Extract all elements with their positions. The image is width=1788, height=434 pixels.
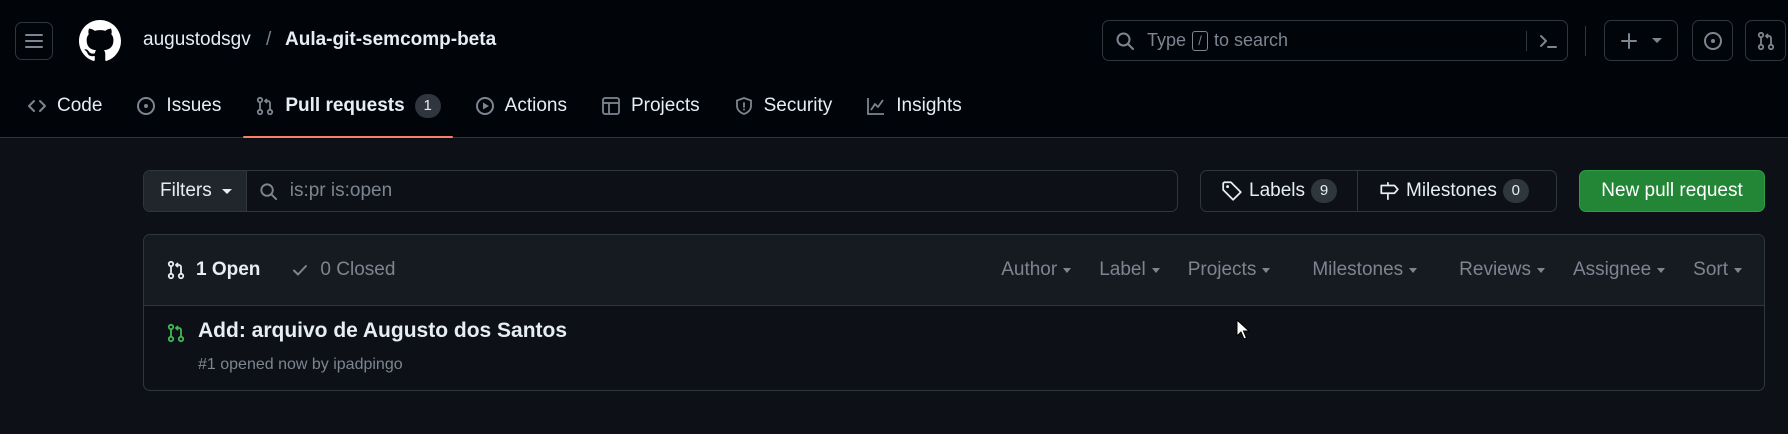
tab-insights[interactable]: Insights <box>854 84 973 128</box>
search-placeholder: Type / to search <box>1147 30 1288 51</box>
plus-icon <box>1621 32 1637 49</box>
search-shortcut-key: / <box>1192 30 1209 51</box>
shield-icon <box>735 97 752 115</box>
graph-icon <box>867 98 885 115</box>
search-divider <box>1526 31 1527 51</box>
chevron-down-icon <box>1409 267 1418 273</box>
milestones-counter: 0 <box>1502 179 1529 203</box>
issue-opened-icon <box>1703 31 1722 50</box>
issue-opened-icon <box>137 97 156 115</box>
sorter-label: Projects <box>1187 259 1257 280</box>
list-sorters: Author Label Projects Milestones Reviews… <box>1001 259 1764 281</box>
search-suffix: to search <box>1214 30 1289 50</box>
assignee-dropdown[interactable]: Assignee <box>1572 259 1666 281</box>
sorter-label: Reviews <box>1459 259 1531 280</box>
chevron-down-icon <box>221 188 232 194</box>
table-icon <box>602 97 620 115</box>
sorter-label: Assignee <box>1572 259 1652 280</box>
chevron-down-icon <box>1734 267 1742 273</box>
code-icon <box>28 100 46 112</box>
tab-label: Actions <box>504 95 567 116</box>
pull-requests-counter: 1 <box>414 94 441 118</box>
your-issues-button[interactable] <box>1692 20 1733 61</box>
tab-label: Security <box>763 95 833 116</box>
tab-pull-requests[interactable]: Pull requests 1 <box>243 84 454 138</box>
milestones-button[interactable]: Milestones 0 <box>1357 171 1549 211</box>
mouse-cursor-icon <box>1236 319 1250 340</box>
author-dropdown[interactable]: Author <box>1001 259 1072 281</box>
tab-code[interactable]: Code <box>15 84 114 128</box>
chevron-down-icon <box>1536 267 1545 273</box>
milestones-label: Milestones <box>1406 180 1497 201</box>
state-toggles: 1 Open 0 Closed <box>166 259 395 281</box>
pull-request-title-link[interactable]: Add: arquivo de Augusto dos Santos <box>198 319 567 343</box>
labels-milestones-group: Labels 9 Milestones 0 <box>1200 170 1557 212</box>
header-divider <box>1585 26 1586 56</box>
tab-label: Code <box>57 95 103 116</box>
tab-security[interactable]: Security <box>722 84 845 128</box>
chevron-down-icon <box>1657 267 1666 273</box>
closed-count-label: 0 Closed <box>320 259 396 280</box>
repo-name-link[interactable]: Aula-git-semcomp-beta <box>285 29 496 51</box>
pull-request-meta: #1 opened now by ipadpingo <box>198 356 403 373</box>
search-icon <box>260 182 277 200</box>
list-item: Add: arquivo de Augusto dos Santos #1 op… <box>144 306 1764 390</box>
closed-filter-link[interactable]: 0 Closed <box>290 259 395 281</box>
breadcrumb-separator: / <box>266 29 272 50</box>
repo-owner-link[interactable]: augustodsgv <box>143 29 251 51</box>
sorter-label: Milestones <box>1312 259 1404 280</box>
tab-label: Insights <box>896 95 962 116</box>
new-pull-request-button[interactable]: New pull request <box>1579 170 1765 212</box>
git-pull-request-open-icon <box>167 323 185 343</box>
pr-filter-bar: Filters is:pr is:open <box>143 170 1178 212</box>
create-new-button[interactable] <box>1604 20 1678 61</box>
tab-label: Issues <box>166 95 222 116</box>
pull-request-list: 1 Open 0 Closed Author Label Projects Mi… <box>143 234 1765 391</box>
search-prefix: Type <box>1147 30 1187 50</box>
sorter-label: Sort <box>1693 259 1728 280</box>
milestones-dropdown[interactable]: Milestones <box>1312 259 1418 281</box>
hamburger-icon <box>25 34 43 48</box>
chevron-down-icon <box>1652 38 1662 43</box>
command-palette-icon[interactable] <box>1537 30 1559 52</box>
tab-label: Projects <box>630 95 700 116</box>
milestone-icon <box>1380 182 1399 200</box>
labels-button[interactable]: Labels 9 <box>1201 171 1357 211</box>
tab-actions[interactable]: Actions <box>463 84 579 128</box>
chevron-down-icon <box>1063 267 1072 273</box>
tab-issues[interactable]: Issues <box>124 84 233 128</box>
reviews-dropdown[interactable]: Reviews <box>1459 259 1545 281</box>
sorter-label: Label <box>1099 259 1146 280</box>
chevron-down-icon <box>1151 267 1160 273</box>
play-icon <box>475 97 494 115</box>
check-icon <box>293 265 308 276</box>
repo-tabs: Code Issues Pull requests 1 Actions Proj… <box>15 84 984 138</box>
list-header: 1 Open 0 Closed Author Label Projects Mi… <box>144 235 1764 306</box>
label-dropdown[interactable]: Label <box>1099 259 1160 281</box>
sorter-label: Author <box>1001 259 1058 280</box>
github-logo-icon[interactable] <box>79 20 121 62</box>
labels-label: Labels <box>1249 180 1305 201</box>
top-header: augustodsgv / Aula-git-semcomp-beta Type… <box>0 0 1788 138</box>
global-search-input[interactable]: Type / to search <box>1102 20 1568 61</box>
git-pull-request-icon <box>167 260 185 280</box>
filter-query-text: is:pr is:open <box>289 180 393 201</box>
hamburger-menu-button[interactable] <box>15 22 53 60</box>
chevron-down-icon <box>1262 267 1271 273</box>
filter-search-input[interactable]: is:pr is:open <box>247 180 392 202</box>
search-icon <box>1116 32 1134 50</box>
git-pull-request-icon <box>1757 31 1774 50</box>
tab-projects[interactable]: Projects <box>589 84 712 128</box>
filters-label: Filters <box>160 180 212 201</box>
filters-dropdown-button[interactable]: Filters <box>144 171 247 211</box>
labels-counter: 9 <box>1311 179 1337 203</box>
git-pull-request-icon <box>257 96 274 116</box>
sort-dropdown[interactable]: Sort <box>1693 259 1742 281</box>
open-filter-link[interactable]: 1 Open <box>166 259 260 281</box>
your-pull-requests-button[interactable] <box>1745 20 1786 61</box>
projects-dropdown[interactable]: Projects <box>1188 259 1271 281</box>
open-count-label: 1 Open <box>196 259 261 280</box>
tag-icon <box>1222 181 1242 201</box>
tab-label: Pull requests <box>285 95 405 116</box>
